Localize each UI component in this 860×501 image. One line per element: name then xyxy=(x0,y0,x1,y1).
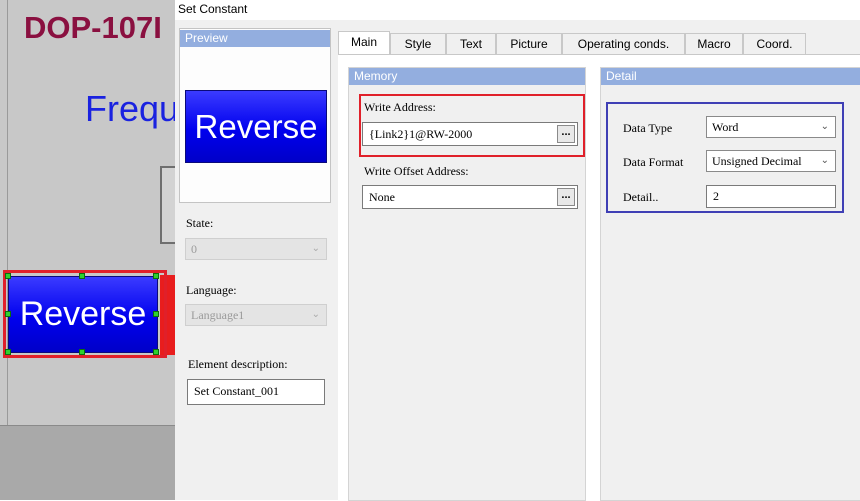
state-select: 0 ⌄ xyxy=(185,238,327,260)
language-select: Language1 ⌄ xyxy=(185,304,327,326)
tab-macro[interactable]: Macro xyxy=(685,33,743,55)
main-tab-content: Memory Write Address: {Link2}1@RW-2000 .… xyxy=(338,54,860,501)
detail-panel: Detail Data Type Word ⌄ Data Format Unsi… xyxy=(600,67,860,501)
data-type-select[interactable]: Word ⌄ xyxy=(706,116,836,138)
resize-handle-bottom-right[interactable] xyxy=(153,349,159,355)
preview-button-label: Reverse xyxy=(194,107,318,145)
tab-main[interactable]: Main xyxy=(338,31,390,55)
resize-handle-top-left[interactable] xyxy=(5,273,11,279)
preview-header: Preview xyxy=(180,30,330,47)
chevron-down-icon: ⌄ xyxy=(311,243,320,254)
tab-style[interactable]: Style xyxy=(390,33,446,55)
tab-picture[interactable]: Picture xyxy=(496,33,562,55)
write-address-value: {Link2}1@RW-2000 xyxy=(369,127,473,141)
language-value: Language1 xyxy=(191,308,245,322)
write-offset-value: None xyxy=(369,190,395,204)
write-address-label: Write Address: xyxy=(364,100,436,114)
frequency-label-text: Freque xyxy=(85,88,175,129)
data-type-value: Word xyxy=(712,120,739,134)
data-format-select[interactable]: Unsigned Decimal ⌄ xyxy=(706,150,836,172)
memory-header: Memory xyxy=(349,68,585,85)
write-offset-input[interactable]: None ... xyxy=(362,185,578,209)
detail-field-label: Detail.. xyxy=(623,190,659,204)
tab-coord[interactable]: Coord. xyxy=(743,33,806,55)
preview-reverse-button: Reverse xyxy=(185,90,327,163)
tab-text[interactable]: Text xyxy=(446,33,496,55)
tab-operating-conds[interactable]: Operating conds. xyxy=(562,33,685,55)
state-value: 0 xyxy=(191,242,197,256)
set-constant-dialog: Set Constant Preview Reverse State: 0 ⌄ … xyxy=(175,0,860,501)
detail-header: Detail xyxy=(601,68,860,85)
language-label: Language: xyxy=(186,283,237,297)
model-title-text: DOP-107I xyxy=(24,10,162,45)
chevron-down-icon: ⌄ xyxy=(820,121,829,132)
editor-bottom-area xyxy=(0,425,175,500)
write-offset-label: Write Offset Address: xyxy=(364,164,469,178)
state-label: State: xyxy=(186,216,214,230)
data-type-label: Data Type xyxy=(623,121,673,135)
editor-canvas: DOP-107I Freque Reverse xyxy=(0,0,175,500)
resize-handle-left[interactable] xyxy=(5,311,11,317)
data-format-label: Data Format xyxy=(623,155,684,169)
resize-handle-top-right[interactable] xyxy=(153,273,159,279)
write-address-browse-button[interactable]: ... xyxy=(557,125,575,143)
canvas-reverse-button[interactable]: Reverse xyxy=(8,276,158,353)
data-format-value: Unsigned Decimal xyxy=(712,154,802,168)
canvas-border-line xyxy=(7,0,8,425)
element-description-label: Element description: xyxy=(188,357,288,371)
resize-handle-bottom-left[interactable] xyxy=(5,349,11,355)
detail-field-input[interactable]: 2 xyxy=(706,185,836,208)
chevron-down-icon: ⌄ xyxy=(820,155,829,166)
canvas-frame-element[interactable] xyxy=(160,166,175,244)
resize-handle-bottom[interactable] xyxy=(79,349,85,355)
resize-handle-top[interactable] xyxy=(79,273,85,279)
chevron-down-icon: ⌄ xyxy=(311,309,320,320)
resize-handle-right[interactable] xyxy=(153,311,159,317)
element-description-input[interactable]: Set Constant_001 xyxy=(187,379,325,405)
write-offset-browse-button[interactable]: ... xyxy=(557,188,575,206)
canvas-reverse-button-label: Reverse xyxy=(19,295,147,333)
write-address-input[interactable]: {Link2}1@RW-2000 ... xyxy=(362,122,578,146)
memory-panel: Memory Write Address: {Link2}1@RW-2000 .… xyxy=(348,67,586,501)
dialog-title: Set Constant xyxy=(178,2,248,16)
dialog-title-bar[interactable]: Set Constant xyxy=(175,0,860,20)
